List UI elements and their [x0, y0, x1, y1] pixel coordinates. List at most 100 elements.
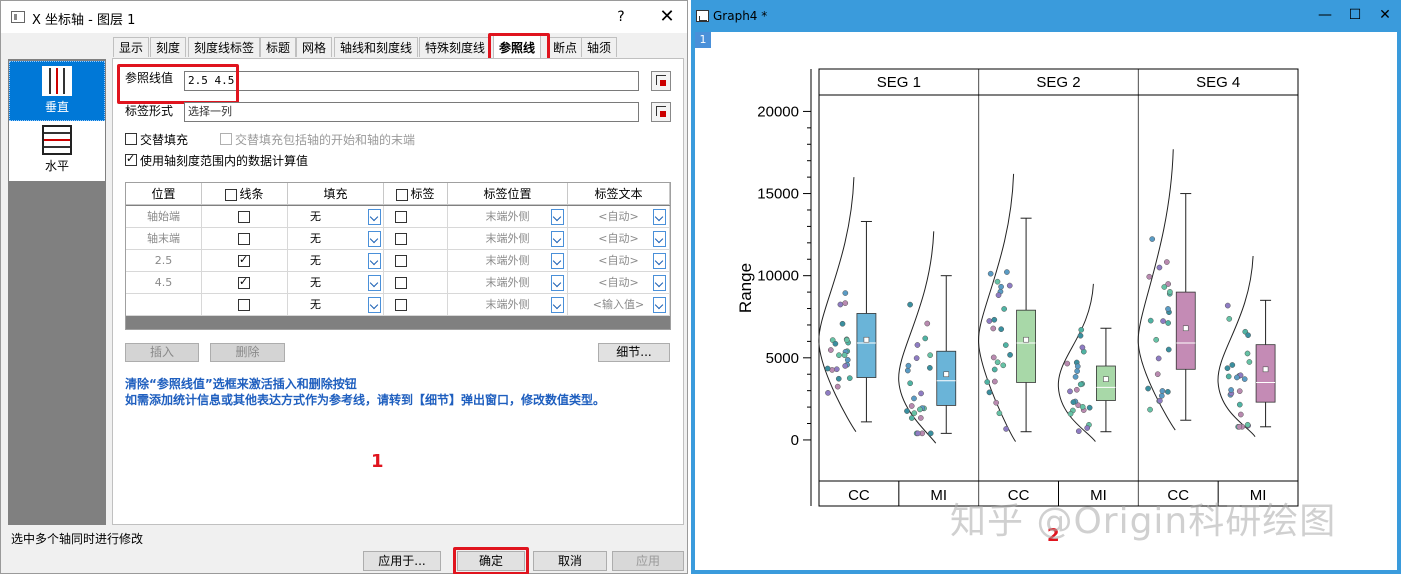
data-point	[1163, 259, 1170, 265]
tab-rug[interactable]: 轴须	[581, 37, 618, 57]
cancel-button[interactable]: 取消	[533, 551, 607, 571]
line-checkbox[interactable]	[238, 253, 250, 267]
chevron-down-icon[interactable]	[368, 297, 381, 313]
label-checkbox[interactable]	[395, 299, 407, 311]
line-checkbox[interactable]	[238, 233, 250, 245]
tab-display[interactable]: 显示	[113, 37, 150, 57]
delete-button[interactable]: 删除	[210, 343, 285, 362]
label-text-value: <自动>	[598, 254, 639, 267]
graph-close-button[interactable]: ✕	[1371, 4, 1399, 26]
table-cell-label-position[interactable]: 末端外侧	[448, 272, 568, 294]
label-format-input[interactable]: 选择一列	[184, 102, 639, 122]
y-tick-label: 5000	[766, 350, 799, 367]
col-header-label[interactable]: 标签	[384, 183, 448, 205]
detail-button[interactable]: 细节...	[598, 343, 670, 362]
ok-button[interactable]: 确定	[457, 551, 525, 571]
data-point	[986, 389, 993, 396]
chevron-down-icon[interactable]	[653, 253, 666, 269]
tab-reference-lines[interactable]: 参照线	[493, 35, 542, 59]
graph-titlebar[interactable]: Graph4 * — ☐ ✕	[691, 0, 1401, 32]
table-cell-fill[interactable]: 无	[288, 206, 384, 228]
col-header-label-text: 标签文本	[568, 183, 670, 205]
table-cell-fill[interactable]: 无	[288, 294, 384, 316]
alt-fill-label: 交替填充	[140, 133, 189, 147]
table-cell-label-position[interactable]: 末端外侧	[448, 228, 568, 250]
data-point	[836, 352, 842, 359]
maximize-button[interactable]: ☐	[1341, 4, 1369, 26]
table-cell-label-text[interactable]: <自动>	[568, 206, 670, 228]
chevron-down-icon[interactable]	[653, 297, 666, 313]
table-cell-label-position[interactable]: 末端外侧	[448, 250, 568, 272]
data-point	[907, 301, 913, 308]
label-checkbox[interactable]	[395, 255, 407, 267]
table-cell-line	[202, 294, 288, 316]
chevron-down-icon[interactable]	[551, 253, 564, 269]
data-point	[1155, 355, 1162, 362]
chevron-down-icon[interactable]	[368, 275, 381, 291]
table-cell-label-text[interactable]: <自动>	[568, 272, 670, 294]
tab-breaks[interactable]: 断点	[547, 37, 584, 57]
table-cell-fill[interactable]: 无	[288, 250, 384, 272]
graph-page[interactable]: 1 0 5000 10000 15000 20000 Range SEG 1 CC MI SEG …	[695, 32, 1397, 570]
chevron-down-icon[interactable]	[551, 297, 564, 313]
table-cell-label-text[interactable]: <输入值>	[568, 294, 670, 316]
insert-button[interactable]: 插入	[125, 343, 199, 362]
line-checkbox[interactable]	[238, 299, 250, 311]
minimize-button[interactable]: —	[1311, 4, 1339, 26]
alt-fill-include-checkbox[interactable]	[220, 133, 232, 145]
chevron-down-icon[interactable]	[653, 231, 666, 247]
line-checkbox[interactable]	[238, 211, 250, 223]
ref-values-picker-button[interactable]	[651, 71, 671, 91]
data-point	[1007, 352, 1013, 358]
col-header-line[interactable]: 线条	[202, 183, 288, 205]
alt-fill-checkbox[interactable]	[125, 133, 137, 145]
col-label-all-checkbox[interactable]	[396, 188, 409, 201]
chevron-down-icon[interactable]	[551, 209, 564, 225]
apply-to-button[interactable]: 应用于...	[363, 551, 441, 571]
chevron-down-icon[interactable]	[653, 275, 666, 291]
data-point	[1077, 332, 1084, 339]
vertical-axis-icon	[42, 66, 72, 96]
line-checkbox[interactable]	[238, 275, 250, 289]
tab-scale[interactable]: 刻度	[150, 37, 187, 57]
tab-grids[interactable]: 网格	[296, 37, 333, 57]
data-point	[1165, 346, 1172, 353]
side-item-horizontal[interactable]: 水平	[9, 121, 105, 181]
table-cell-fill[interactable]: 无	[288, 272, 384, 294]
chevron-down-icon[interactable]	[368, 209, 381, 225]
label-checkbox[interactable]	[395, 211, 407, 223]
chevron-down-icon[interactable]	[653, 209, 666, 225]
table-cell-label-text[interactable]: <自动>	[568, 250, 670, 272]
label-format-picker-button[interactable]	[651, 102, 671, 122]
chevron-down-icon[interactable]	[551, 275, 564, 291]
ref-values-input[interactable]: 2.5 4.5	[184, 71, 639, 91]
col-header-label-position: 标签位置	[448, 183, 568, 205]
col-line-all-checkbox[interactable]	[225, 188, 238, 201]
use-tick-range-checkbox[interactable]	[125, 152, 137, 166]
close-button[interactable]: ✕	[653, 3, 681, 31]
tab-tick-labels[interactable]: 刻度线标签	[188, 37, 261, 57]
box-mean	[1182, 325, 1189, 332]
chevron-down-icon[interactable]	[551, 231, 564, 247]
table-cell-fill[interactable]: 无	[288, 228, 384, 250]
tab-special-ticks[interactable]: 特殊刻度线	[419, 37, 492, 57]
apply-button[interactable]: 应用	[612, 551, 684, 571]
data-point	[833, 366, 840, 373]
table-cell-label-position[interactable]: 末端外侧	[448, 294, 568, 316]
chevron-down-icon[interactable]	[368, 253, 381, 269]
data-point	[1067, 388, 1073, 395]
box-chart[interactable]: 05000100001500020000RangeSEG 1CC MISEG 2C…	[695, 32, 1397, 570]
label-checkbox[interactable]	[395, 277, 407, 289]
chevron-down-icon[interactable]	[368, 231, 381, 247]
tab-title[interactable]: 标题	[260, 37, 297, 57]
help-button[interactable]: ?	[609, 5, 633, 29]
side-item-vertical[interactable]: 垂直	[9, 61, 105, 121]
label-checkbox[interactable]	[395, 233, 407, 245]
box-iqr	[1096, 365, 1116, 401]
data-point	[1006, 282, 1013, 289]
panel-title: SEG 1	[877, 74, 921, 91]
data-point	[1077, 381, 1084, 388]
table-cell-label-text[interactable]: <自动>	[568, 228, 670, 250]
tab-line-and-ticks[interactable]: 轴线和刻度线	[334, 37, 419, 57]
table-cell-label-position[interactable]: 末端外侧	[448, 206, 568, 228]
